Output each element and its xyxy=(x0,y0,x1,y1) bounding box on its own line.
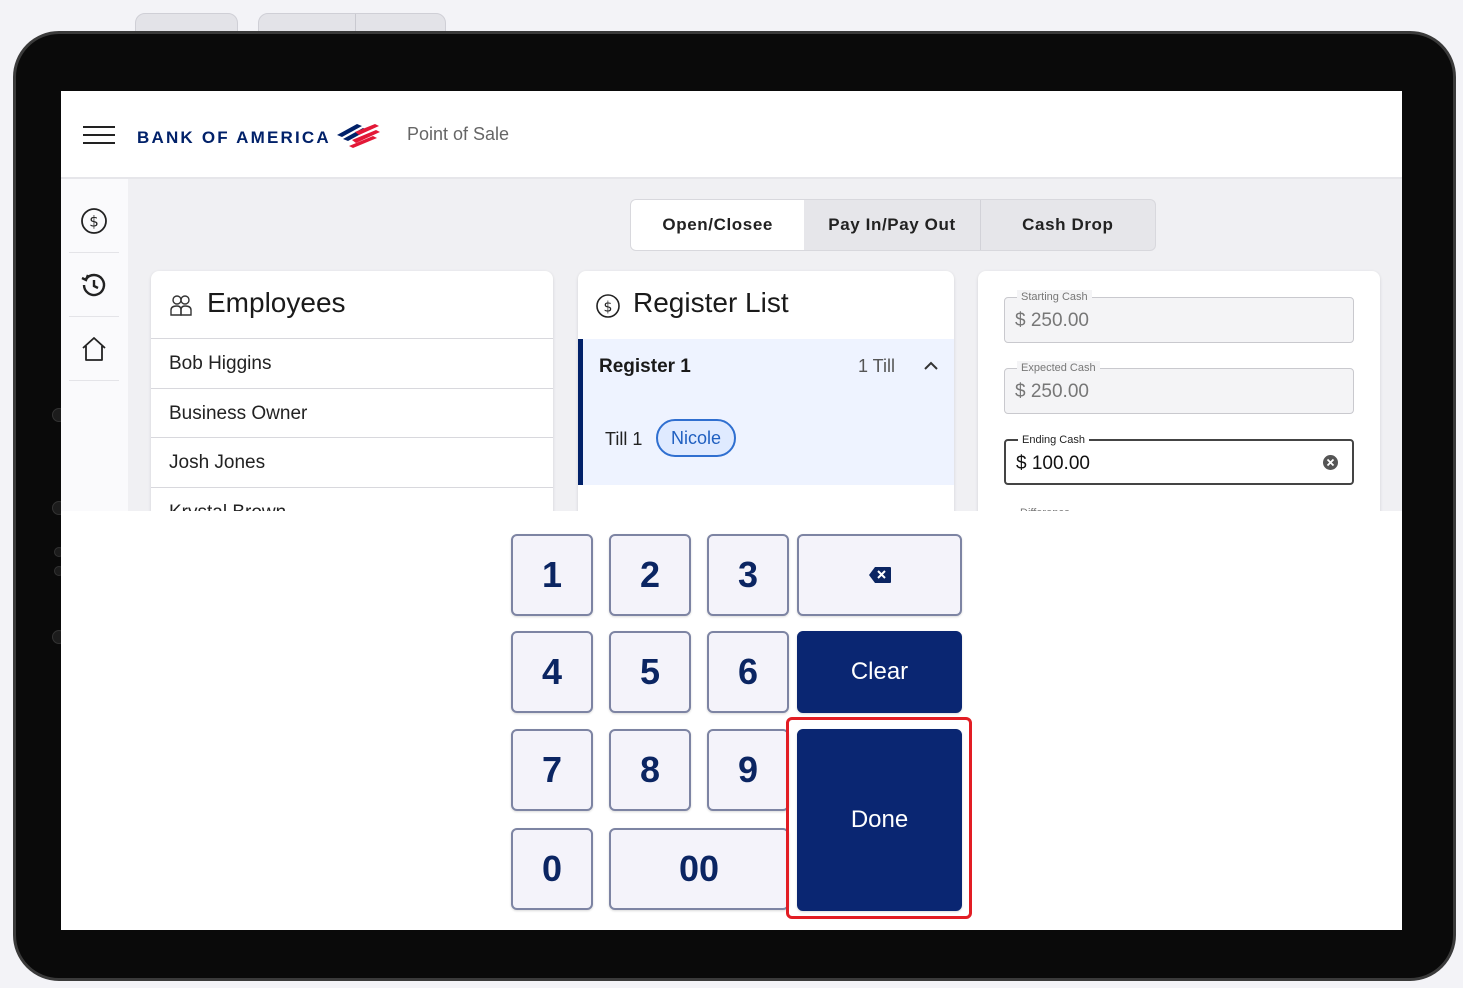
expected-cash-field: Expected Cash $ 250.00 xyxy=(1004,361,1354,414)
app-header: BANK OF AMERICA Point of Sale xyxy=(61,91,1402,179)
key-6[interactable]: 6 xyxy=(707,631,789,713)
key-8[interactable]: 8 xyxy=(609,729,691,811)
ending-cash-value: $ 100.00 xyxy=(1016,453,1090,474)
app-title: Point of Sale xyxy=(407,124,510,144)
brand-flag-icon xyxy=(337,124,380,148)
clear-button[interactable]: Clear xyxy=(797,631,962,713)
key-3[interactable]: 3 xyxy=(707,534,789,616)
key-0[interactable]: 0 xyxy=(511,828,593,910)
expected-cash-label: Expected Cash xyxy=(1017,361,1100,375)
rail-item-cash[interactable]: $ xyxy=(69,189,119,253)
tab-cash-drop[interactable]: Cash Drop xyxy=(979,200,1155,250)
side-rail: $ xyxy=(61,179,128,511)
expected-cash-value: $ 250.00 xyxy=(1015,381,1089,402)
history-icon xyxy=(81,273,106,296)
key-7[interactable]: 7 xyxy=(511,729,593,811)
backspace-button[interactable] xyxy=(797,534,962,616)
till-user-chip[interactable]: Nicole xyxy=(656,419,736,457)
menu-icon[interactable] xyxy=(83,126,115,146)
register-list-card: $ Register List Register 1 1 Till Till 1… xyxy=(578,271,954,531)
done-button[interactable]: Done xyxy=(797,729,962,911)
tab-pay-in-pay-out[interactable]: Pay In/Pay Out xyxy=(804,200,979,250)
people-icon xyxy=(170,295,192,316)
brand-logo-text: BANK OF AMERICA xyxy=(137,128,331,147)
ending-cash-label: Ending Cash xyxy=(1018,433,1089,447)
mode-tabs: Open/Closee Pay In/Pay Out Cash Drop xyxy=(630,199,1156,251)
key-1[interactable]: 1 xyxy=(511,534,593,616)
starting-cash-value: $ 250.00 xyxy=(1015,310,1089,331)
employee-row[interactable]: Josh Jones xyxy=(151,437,553,487)
key-9[interactable]: 9 xyxy=(707,729,789,811)
employee-row[interactable]: Bob Higgins xyxy=(151,338,553,388)
key-double-zero[interactable]: 00 xyxy=(609,828,789,910)
svg-text:$: $ xyxy=(89,212,99,230)
employee-row[interactable]: Business Owner xyxy=(151,388,553,438)
tab-open-close[interactable]: Open/Closee xyxy=(631,200,805,250)
dollar-circle-icon: $ xyxy=(81,207,107,234)
backspace-icon xyxy=(868,567,891,583)
key-5[interactable]: 5 xyxy=(609,631,691,713)
rail-item-history[interactable] xyxy=(69,253,119,317)
key-2[interactable]: 2 xyxy=(609,534,691,616)
employees-title: Employees xyxy=(207,287,346,318)
register-list-title: Register List xyxy=(633,287,789,318)
clear-field-icon[interactable] xyxy=(1323,455,1338,470)
numeric-keypad: 1 2 3 4 5 6 Clear 7 8 9 Done 0 00 xyxy=(61,511,1402,930)
starting-cash-label: Starting Cash xyxy=(1017,290,1092,304)
app-screen: BANK OF AMERICA Point of Sale $ Open/Clo… xyxy=(61,91,1402,930)
home-icon xyxy=(82,336,106,361)
register-name: Register 1 xyxy=(599,356,691,377)
register-row[interactable]: Register 1 1 Till Till 1 Nicole xyxy=(578,339,954,485)
chevron-up-icon[interactable] xyxy=(922,359,940,373)
till-label: Till 1 xyxy=(605,429,643,449)
starting-cash-field: Starting Cash $ 250.00 xyxy=(1004,290,1354,343)
svg-text:$: $ xyxy=(604,300,613,316)
cash-card: Starting Cash $ 250.00 Expected Cash $ 2… xyxy=(978,271,1380,531)
ending-cash-field[interactable]: Ending Cash $ 100.00 xyxy=(1004,433,1354,485)
dollar-circle-icon: $ xyxy=(596,294,620,318)
till-count: 1 Till xyxy=(858,356,896,376)
key-4[interactable]: 4 xyxy=(511,631,593,713)
rail-item-home[interactable] xyxy=(69,317,119,381)
employees-card: Employees Bob Higgins Business Owner Jos… xyxy=(151,271,553,531)
